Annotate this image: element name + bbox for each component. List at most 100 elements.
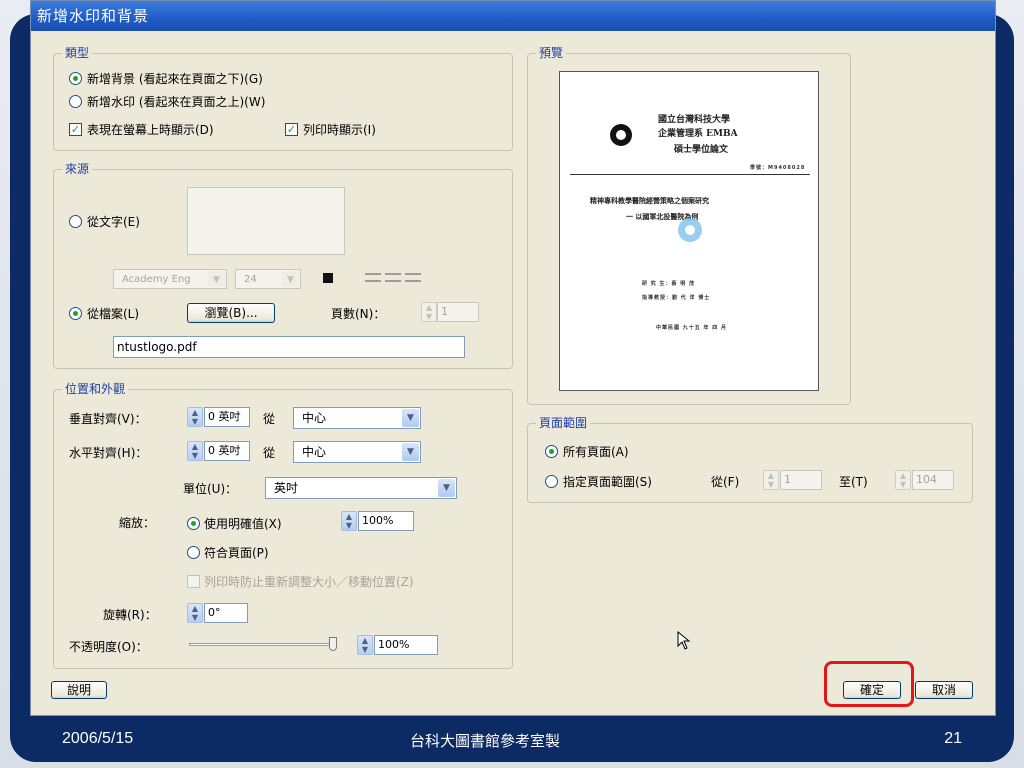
explicit-value-radio[interactable] <box>187 517 200 530</box>
range-from-spinner[interactable]: ▲ ▼ <box>763 470 779 490</box>
opacity-spinner[interactable]: ▲ ▼ <box>357 635 373 655</box>
rotation-field[interactable]: 0° <box>204 603 248 623</box>
university-logo-icon <box>610 124 632 146</box>
page-number-spinner[interactable]: ▲ ▼ <box>421 302 437 322</box>
font-color-swatch-icon[interactable] <box>323 273 333 283</box>
font-size-value: 24 <box>244 274 257 285</box>
paper-department-name: 企業管理系 EMBA <box>658 129 738 139</box>
footer-credit: 台科大圖書館參考室製 <box>410 732 561 750</box>
cancel-button[interactable]: 取消 <box>915 681 973 699</box>
from-text-radio[interactable] <box>69 215 82 228</box>
range-from-field[interactable]: 1 <box>780 470 822 490</box>
type-group-title: 類型 <box>62 45 93 61</box>
prevent-resize-label[interactable]: 列印時防止重新調整大小／移動位置(Z) <box>204 574 414 590</box>
page-range-radio[interactable] <box>545 475 558 488</box>
range-to-spinner[interactable]: ▲ ▼ <box>895 470 911 490</box>
horizontal-offset-field[interactable]: 0 英吋 <box>204 441 250 461</box>
horizontal-reference-select[interactable]: 中心 ▼ <box>293 441 421 463</box>
source-text-area[interactable] <box>187 187 345 255</box>
horizontal-reference-value: 中心 <box>302 445 327 459</box>
paper-thesis-title: 精神專科教學醫院經營策略之個案研究 <box>590 196 709 205</box>
chevron-down-icon: ▼ <box>208 271 225 287</box>
horizontal-offset-spinner[interactable]: ▲ ▼ <box>187 441 203 461</box>
paper-advisor-line: 指導教授：劉 代 洋 博士 <box>642 295 711 301</box>
vertical-reference-value: 中心 <box>302 411 327 425</box>
align-center-icon[interactable] <box>385 273 401 282</box>
preview-page: 國立台灣科技大學 企業管理系 EMBA 碩士學位論文 學號：M9408028 精… <box>559 71 819 391</box>
align-right-icon[interactable] <box>405 273 421 282</box>
paper-student-id: 學號：M9408028 <box>750 165 806 171</box>
fit-page-label[interactable]: 符合頁面(P) <box>204 545 269 561</box>
footer-date: 2006/5/15 <box>62 730 134 747</box>
help-button[interactable]: 說明 <box>51 681 107 699</box>
source-group-title: 來源 <box>62 161 93 177</box>
prevent-resize-checkbox[interactable] <box>187 575 200 588</box>
unit-value: 英吋 <box>274 481 299 495</box>
page-number-field[interactable]: 1 <box>437 302 479 322</box>
opacity-field[interactable]: 100% <box>374 635 438 655</box>
preview-group-title: 預覽 <box>536 45 567 61</box>
vertical-from-label: 從 <box>263 412 276 426</box>
from-file-label[interactable]: 從檔案(L) <box>87 306 139 322</box>
source-file-field[interactable]: ntustlogo.pdf <box>113 336 465 358</box>
paper-university-name: 國立台灣科技大學 <box>658 115 731 125</box>
explicit-value-label[interactable]: 使用明確值(X) <box>204 516 282 532</box>
dialog-title: 新增水印和背景 <box>31 1 995 31</box>
add-watermark-label[interactable]: 新增水印 (看起來在頁面之上)(W) <box>87 94 265 110</box>
font-select[interactable]: Academy Eng ▼ <box>113 269 227 289</box>
chevron-down-icon: ▼ <box>282 271 299 287</box>
fit-page-radio[interactable] <box>187 546 200 559</box>
paper-divider <box>570 174 810 175</box>
page-range-group: 頁面範圍 <box>527 415 973 503</box>
watermark-background-dialog: 新增水印和背景 類型 新增背景 (看起來在頁面之下)(G) 新增水印 (看起來在… <box>30 0 996 716</box>
horizontal-align-label: 水平對齊(H)： <box>69 446 148 460</box>
rotation-spinner[interactable]: ▲ ▼ <box>187 603 203 623</box>
scale-field[interactable]: 100% <box>358 511 414 531</box>
page-number-label: 頁數(N)： <box>331 307 386 321</box>
from-text-label[interactable]: 從文字(E) <box>87 214 140 230</box>
opacity-slider-track[interactable] <box>189 643 337 646</box>
range-to-label: 至(T) <box>839 475 868 489</box>
show-on-screen-label[interactable]: 表現在螢幕上時顯示(D) <box>87 122 214 138</box>
watermark-logo-icon <box>678 218 702 242</box>
vertical-align-label: 垂直對齊(V)： <box>69 412 147 426</box>
show-when-printing-checkbox[interactable]: ✓ <box>285 123 298 136</box>
page-range-group-title: 頁面範圍 <box>536 415 591 431</box>
unit-select[interactable]: 英吋 ▼ <box>265 477 457 499</box>
vertical-reference-select[interactable]: 中心 ▼ <box>293 407 421 429</box>
vertical-offset-field[interactable]: 0 英吋 <box>204 407 250 427</box>
all-pages-radio[interactable] <box>545 445 558 458</box>
paper-author-line: 研 究 生：蔡 明 茂 <box>642 281 695 287</box>
chevron-down-icon: ▼ <box>438 479 455 497</box>
opacity-label: 不透明度(O)： <box>69 640 148 654</box>
paper-degree: 碩士學位論文 <box>674 145 729 155</box>
ok-button[interactable]: 確定 <box>843 681 901 699</box>
horizontal-from-label: 從 <box>263 446 276 460</box>
font-size-select[interactable]: 24 ▼ <box>235 269 301 289</box>
rotation-label: 旋轉(R)： <box>103 608 157 622</box>
opacity-slider-handle[interactable] <box>329 637 337 651</box>
unit-label: 單位(U)： <box>183 482 238 496</box>
align-left-icon[interactable] <box>365 273 381 282</box>
footer-page-number: 21 <box>944 730 962 747</box>
from-file-radio[interactable] <box>69 307 82 320</box>
scale-spinner[interactable]: ▲ ▼ <box>341 511 357 531</box>
add-watermark-radio[interactable] <box>69 95 82 108</box>
range-to-field[interactable]: 104 <box>912 470 954 490</box>
chevron-down-icon: ▼ <box>402 409 419 427</box>
all-pages-label[interactable]: 所有頁面(A) <box>563 444 629 460</box>
slide-footer: 2006/5/15 台科大圖書館參考室製 21 <box>10 716 1014 762</box>
add-background-radio[interactable] <box>69 72 82 85</box>
browse-button[interactable]: 瀏覽(B)... <box>187 303 275 323</box>
paper-date-line: 中華民國 九十五 年 四 月 <box>656 325 727 331</box>
show-on-screen-checkbox[interactable]: ✓ <box>69 123 82 136</box>
add-background-label[interactable]: 新增背景 (看起來在頁面之下)(G) <box>87 71 263 87</box>
range-from-label: 從(F) <box>711 475 740 489</box>
position-appearance-group-title: 位置和外觀 <box>62 381 129 397</box>
chevron-down-icon: ▼ <box>402 443 419 461</box>
scale-label: 縮放： <box>119 516 156 530</box>
show-when-printing-label[interactable]: 列印時顯示(I) <box>303 122 376 138</box>
page-range-label[interactable]: 指定頁面範圍(S) <box>563 474 652 490</box>
font-select-value: Academy Eng <box>122 274 191 285</box>
vertical-offset-spinner[interactable]: ▲ ▼ <box>187 407 203 427</box>
